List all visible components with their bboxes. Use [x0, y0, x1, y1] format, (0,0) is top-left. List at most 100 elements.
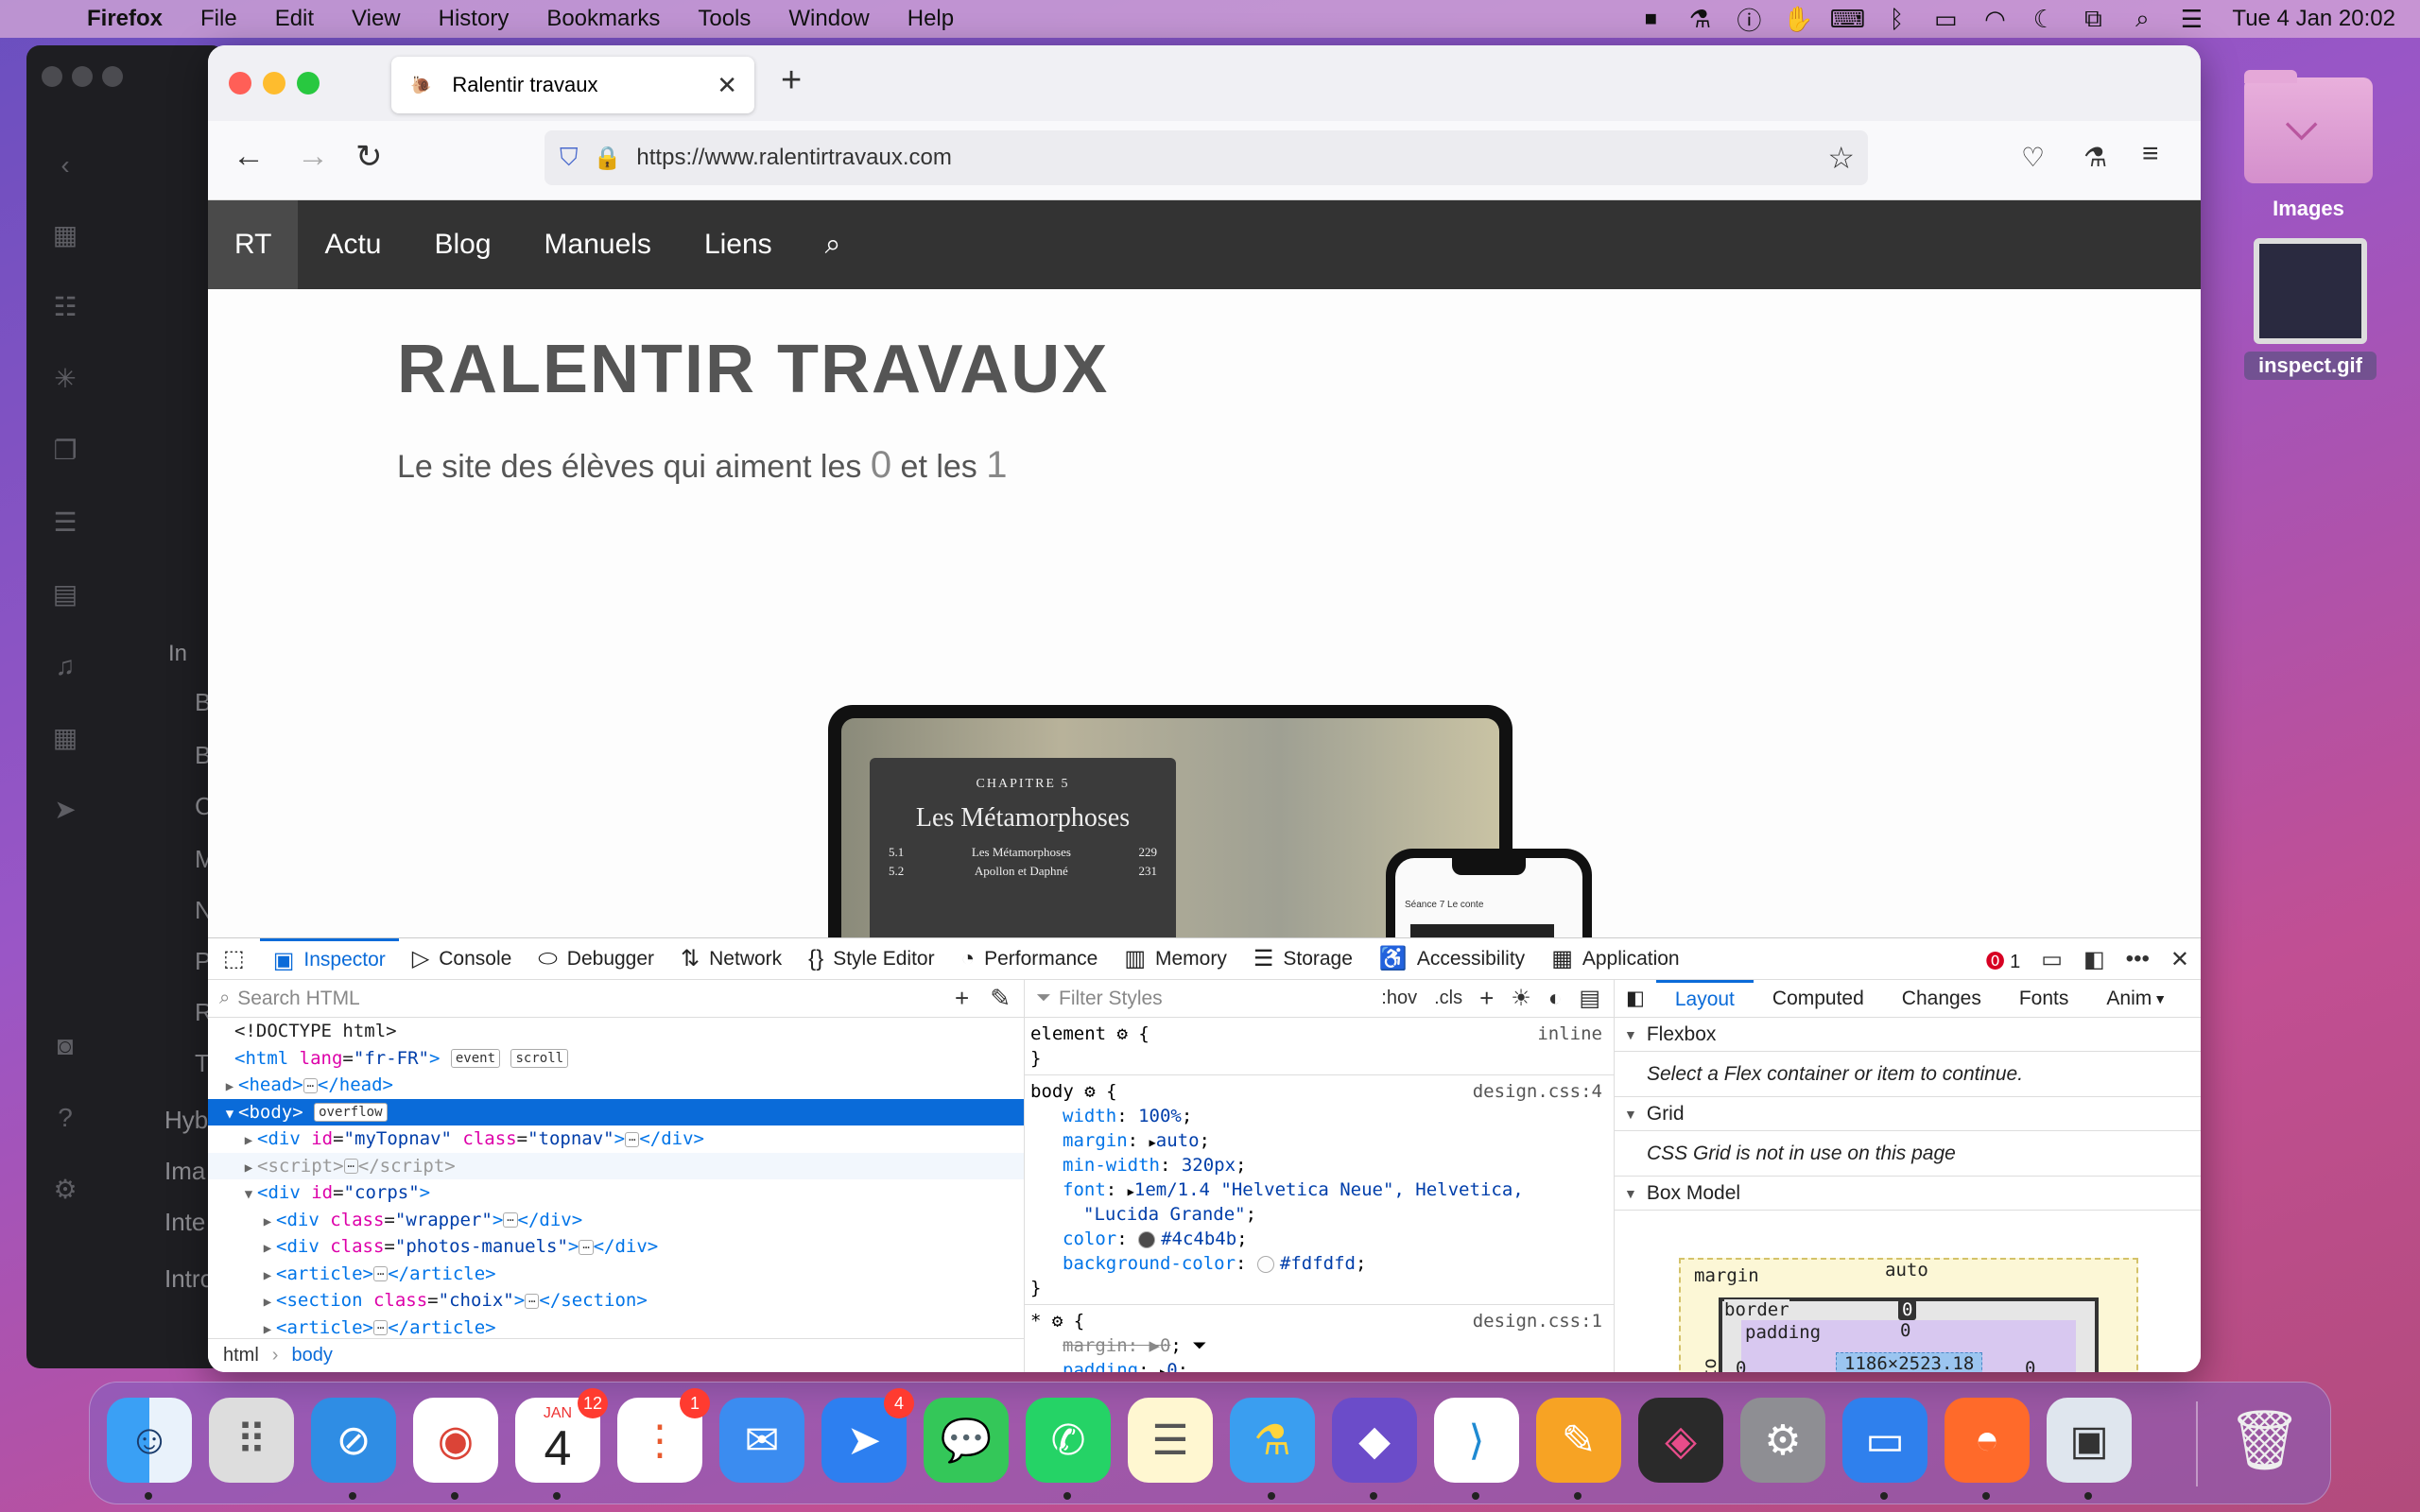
overflow-badge[interactable]: overflow — [314, 1103, 388, 1122]
flexbox-section-header[interactable]: ▼ Flexbox — [1615, 1018, 2201, 1052]
dock-calendar-icon[interactable]: JAN 4 12 — [515, 1388, 608, 1483]
bm-padding-right[interactable]: 0 — [2025, 1358, 2035, 1372]
tree-node[interactable]: ▶ <article> ⋯ </article> — [208, 1261, 1024, 1288]
cls-toggle[interactable]: .cls — [1434, 988, 1462, 1009]
gear-icon[interactable]: ⚙ — [1052, 1311, 1063, 1332]
filter-styles-input[interactable]: Filter Styles — [1059, 988, 1163, 1010]
lock-icon[interactable]: 🔒 — [594, 145, 622, 172]
menu-tools[interactable]: Tools — [698, 6, 751, 32]
hamburger-menu-icon[interactable]: ≡ — [2142, 138, 2159, 170]
tree-node[interactable]: <!DOCTYPE html> — [208, 1018, 1024, 1045]
bg-item[interactable]: Hyb — [164, 1106, 208, 1135]
menu-clock[interactable]: Tue 4 Jan 20:02 — [2232, 6, 2395, 32]
tab-network[interactable]: ⇅ Network — [667, 938, 795, 980]
rule-source-link[interactable]: design.css:1 — [1473, 1309, 1602, 1333]
bg-item[interactable]: Ima — [164, 1157, 205, 1186]
dock-flask-app-icon[interactable]: ⚗ — [1230, 1398, 1315, 1483]
print-media-icon[interactable]: ▤ — [1579, 985, 1600, 1012]
nav-manuels[interactable]: Manuels — [518, 200, 678, 289]
color-swatch[interactable] — [1256, 1255, 1274, 1273]
tab-application[interactable]: ▦ Application — [1538, 938, 1692, 980]
bm-border-left[interactable]: 0 — [1736, 1358, 1746, 1372]
menu-window[interactable]: Window — [788, 6, 869, 32]
tree-node-selected[interactable]: ▼ <body> overflow — [208, 1098, 1024, 1125]
event-badge[interactable]: event — [450, 1049, 501, 1068]
dock-launchpad-icon[interactable]: ⠿ — [209, 1398, 294, 1483]
add-rule-icon[interactable]: + — [1479, 984, 1494, 1013]
settings-gear-icon[interactable]: ⚙ — [51, 1176, 79, 1204]
bm-border-top[interactable]: 0 — [1898, 1299, 1917, 1320]
window-close-button[interactable] — [229, 72, 251, 94]
menu-view[interactable]: View — [352, 6, 401, 32]
moon-icon[interactable]: ☾ — [2030, 5, 2058, 33]
error-count-badge[interactable]: ⓿ 1 — [1986, 946, 2021, 973]
reload-button[interactable]: ↻ — [355, 138, 383, 176]
tab-inspector[interactable]: ▣ Inspector — [259, 937, 399, 980]
dark-scheme-icon[interactable]: ◐ — [1548, 986, 1563, 1012]
menu-file[interactable]: File — [200, 6, 237, 32]
bg-window-close[interactable] — [42, 66, 62, 87]
dock-whatsapp-icon[interactable]: ✆ — [1026, 1398, 1111, 1483]
responsive-design-icon[interactable]: ▭ — [2041, 946, 2063, 973]
tab-accessibility[interactable]: ♿ Accessibility — [1366, 938, 1538, 980]
list-icon[interactable]: ☷ — [51, 293, 79, 321]
camera-icon[interactable]: ◙ — [51, 1032, 79, 1060]
tab-memory[interactable]: ▥ Memory — [1111, 938, 1240, 980]
dock-trash-icon[interactable]: 🗑 — [2222, 1398, 2308, 1483]
css-declaration-overridden[interactable]: margin: ▶0; ⏷ — [1030, 1333, 1608, 1358]
keyboard-icon[interactable]: ⌨ — [1830, 5, 1866, 33]
eyedropper-icon[interactable]: ✎ — [990, 984, 1011, 1013]
dock-shortcuts-icon[interactable]: ◈ — [1638, 1398, 1723, 1483]
tree-node[interactable]: ▶ <script> ⋯ </script> — [208, 1152, 1024, 1179]
window-minimize-button[interactable] — [263, 72, 285, 94]
color-swatch[interactable] — [1138, 1230, 1156, 1248]
boxmodel-section-header[interactable]: ▼ Box Model — [1615, 1177, 2201, 1211]
tab-computed[interactable]: Computed — [1754, 980, 1883, 1018]
dock-preview-icon[interactable]: ▣ — [2047, 1398, 2132, 1483]
dock-finder-icon[interactable]: ☺ — [107, 1398, 192, 1483]
pocket-icon[interactable]: ♡ — [2021, 142, 2045, 173]
tab-performance[interactable]: ◔ Performance — [948, 938, 1112, 980]
css-declaration[interactable]: color: #4c4b4b; — [1030, 1227, 1608, 1251]
dock-vscode-icon[interactable]: ⟩ — [1434, 1398, 1519, 1483]
table-icon[interactable]: ▦ — [51, 221, 79, 249]
desktop-folder-images[interactable]: ⌵ Images — [2242, 70, 2375, 221]
scroll-badge[interactable]: scroll — [510, 1049, 569, 1068]
css-declaration[interactable]: margin: ▶auto; — [1030, 1128, 1608, 1153]
tab-animations[interactable]: Anim ▼ — [2087, 980, 2186, 1018]
dock-pages-icon[interactable]: ✎ — [1536, 1398, 1621, 1483]
dock-notes-icon[interactable]: ☰ — [1128, 1398, 1213, 1483]
filter-funnel-icon[interactable]: ⏷ — [1192, 1335, 1206, 1356]
menu-app-name[interactable]: Firefox — [87, 6, 163, 32]
tab-changes[interactable]: Changes — [1883, 980, 2000, 1018]
dock-side-icon[interactable]: ◧ — [2083, 946, 2105, 973]
css-declaration[interactable]: padding: ▶0; — [1030, 1358, 1608, 1372]
help-icon[interactable]: ? — [51, 1104, 79, 1132]
expand-arrow-icon[interactable]: ▶ — [1128, 1185, 1134, 1198]
back-icon[interactable]: ‹ — [51, 151, 79, 180]
dock-mail-icon[interactable]: ✉ — [719, 1398, 804, 1483]
bluetooth-icon[interactable]: ᛒ — [1882, 5, 1910, 33]
css-declaration[interactable]: background-color: #fdfdfd; — [1030, 1251, 1608, 1276]
new-tab-button[interactable]: + — [781, 60, 802, 101]
desktop-file-inspect[interactable]: inspect.gif — [2244, 238, 2377, 380]
expand-arrow-icon[interactable]: ▶ — [1150, 1136, 1156, 1149]
spotlight-search-icon[interactable]: ⌕ — [2128, 4, 2156, 32]
tab-debugger[interactable]: ⬭ Debugger — [525, 938, 667, 980]
control-center-icon[interactable]: ☰ — [2177, 5, 2205, 33]
one-password-icon[interactable]: ⓘ — [1735, 7, 1763, 35]
calendar-grid-icon[interactable]: ▦ — [51, 724, 79, 752]
menu-history[interactable]: History — [439, 6, 510, 32]
breadcrumb-html[interactable]: html — [223, 1345, 259, 1366]
rule-source-link[interactable]: design.css:4 — [1473, 1079, 1602, 1104]
light-scheme-icon[interactable]: ☀ — [1511, 985, 1531, 1012]
bg-item[interactable]: Inte — [164, 1208, 205, 1237]
tab-style-editor[interactable]: {} Style Editor — [795, 938, 947, 980]
bg-item[interactable]: Intro — [164, 1264, 214, 1294]
tab-close-icon[interactable]: ✕ — [717, 71, 737, 100]
nav-search-icon[interactable]: ⌕ — [799, 200, 868, 289]
tree-node[interactable]: ▶ <div id="myTopnav" class="topnav"> ⋯ </di… — [208, 1125, 1024, 1153]
flask-icon[interactable]: ⚗ — [1685, 5, 1714, 33]
dock-keynote-icon[interactable]: ▭ — [1842, 1398, 1927, 1483]
nav-blog[interactable]: Blog — [407, 200, 517, 289]
